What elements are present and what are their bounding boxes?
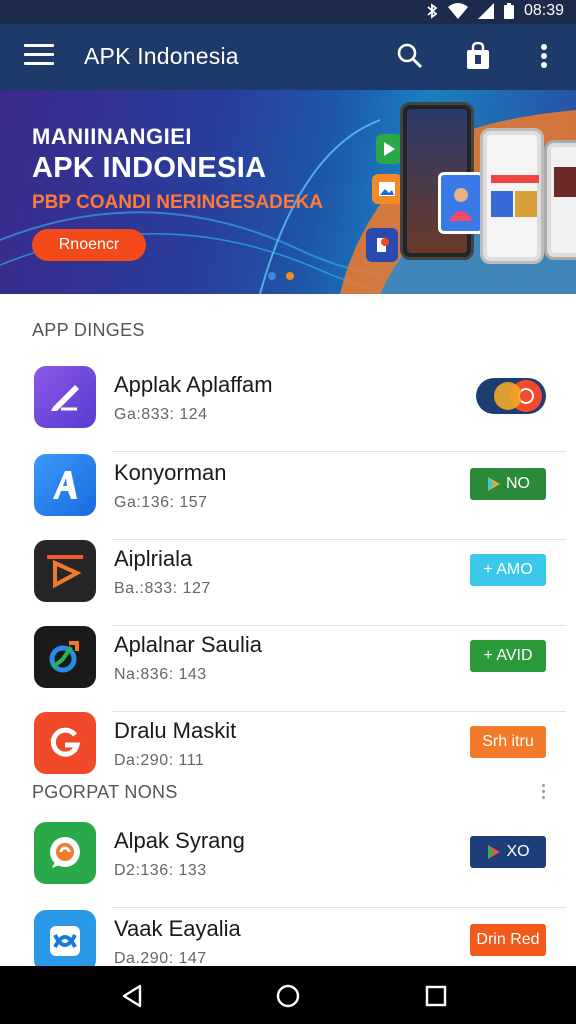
section-title-app-dinges: APP DINGES — [32, 320, 145, 340]
banner-headline-1: MANIINANGIEI — [32, 124, 192, 149]
install-button[interactable]: Drin Red — [470, 924, 546, 956]
status-icons: 08:39 — [426, 2, 564, 20]
phone-illustration-3 — [544, 140, 576, 260]
install-button-label: Drin Red — [476, 931, 540, 948]
hamburger-icon[interactable] — [24, 44, 54, 70]
app-name: Aiplriala — [114, 546, 193, 571]
list-item[interactable]: Aplalnar Saulia Na:836: 143 + AVID — [0, 626, 576, 712]
list-item[interactable]: Vaak Eayalia Da.290: 147 Drin Red — [0, 910, 576, 966]
status-bar: 08:39 — [0, 0, 576, 24]
list-item[interactable]: Alpak Syrang D2:136: 133 XO — [0, 822, 576, 908]
install-button[interactable]: Srh itru — [470, 726, 546, 758]
section-title-pgorpat-nons: PGORPAT NONS — [32, 782, 178, 802]
app-meta: Ga:136: 157 — [114, 494, 208, 511]
install-button[interactable]: + AMO — [470, 554, 546, 586]
app-bar: APK Indonesia — [0, 24, 576, 90]
battery-icon — [503, 3, 514, 19]
install-button-label: + AVID — [483, 647, 533, 664]
promo-banner[interactable]: MANIINANGIEI APK INDONESIA PBP COANDI NE… — [0, 90, 576, 294]
image-sticker-icon — [372, 174, 402, 204]
wifi-icon — [447, 3, 468, 19]
status-time: 08:39 — [523, 2, 564, 19]
play-triangle-app-icon — [34, 540, 96, 602]
app-meta: Ba.:833: 127 — [114, 580, 211, 597]
page-dot-active[interactable] — [286, 272, 294, 280]
app-name: Vaak Eayalia — [114, 916, 241, 941]
search-icon[interactable] — [392, 38, 428, 74]
signal-icon — [477, 3, 494, 19]
install-button-label: NO — [506, 475, 530, 492]
banner-headline-2: APK INDONESIA — [32, 152, 267, 184]
play-icon — [488, 845, 501, 859]
chat-bubble-app-icon — [34, 822, 96, 884]
app-sticker-icon — [366, 228, 398, 262]
install-button-label: Srh itru — [482, 733, 534, 750]
install-button-label: + AMO — [483, 561, 533, 578]
app-name: Applak Aplaffam — [114, 372, 273, 397]
list-item[interactable]: Aiplriala Ba.:833: 127 + AMO — [0, 540, 576, 626]
install-button[interactable]: NO — [470, 468, 546, 500]
install-button-label: XO — [506, 843, 530, 860]
app-meta: Ga:833: 124 — [114, 406, 208, 423]
letter-g-app-icon — [34, 712, 96, 774]
back-icon[interactable] — [118, 982, 146, 1010]
page-dot[interactable] — [268, 272, 276, 280]
install-button[interactable]: + AVID — [470, 640, 546, 672]
banner-subtitle: PBP COANDI NERINGESADEKA — [32, 192, 324, 213]
phone-illustration-2 — [480, 128, 544, 264]
letter-a-app-icon — [34, 454, 96, 516]
app-name: Konyorman — [114, 460, 227, 485]
shopping-bag-icon[interactable] — [460, 38, 496, 74]
install-button[interactable]: XO — [470, 836, 546, 868]
app-meta: Na:836: 143 — [114, 666, 207, 683]
app-meta: Da.290: 147 — [114, 950, 207, 966]
more-vert-icon[interactable] — [526, 38, 562, 74]
row-divider — [112, 907, 566, 908]
bluetooth-icon — [426, 3, 438, 19]
play-sticker-icon — [376, 134, 402, 164]
banner-cta-button[interactable]: Rnoencr — [32, 229, 146, 261]
app-meta: D2:136: 133 — [114, 862, 207, 879]
infinity-app-icon — [34, 910, 96, 966]
recents-icon[interactable] — [422, 982, 450, 1010]
app-title: APK Indonesia — [84, 43, 239, 69]
play-icon — [488, 477, 500, 491]
list-item[interactable]: Konyorman Ga:136: 157 NO — [0, 454, 576, 540]
section-more-icon[interactable] — [542, 784, 548, 799]
list-item[interactable]: Applak Aplaffam Ga:833: 124 — [0, 366, 576, 452]
app-name: Aplalnar Saulia — [114, 632, 262, 657]
app-name: Dralu Maskit — [114, 718, 237, 743]
app-list: APP DINGES Applak Aplaffam Ga:833: 124 K… — [0, 294, 576, 966]
row-divider — [112, 451, 566, 452]
app-meta: Da:290: 111 — [114, 752, 205, 769]
swirl-app-icon — [34, 626, 96, 688]
install-toggle[interactable] — [476, 378, 546, 414]
app-name: Alpak Syrang — [114, 828, 245, 853]
home-icon[interactable] — [274, 982, 302, 1010]
pen-app-icon — [34, 366, 96, 428]
system-nav-bar — [0, 966, 576, 1024]
person-card-icon — [438, 172, 484, 234]
banner-page-dots — [268, 272, 294, 280]
